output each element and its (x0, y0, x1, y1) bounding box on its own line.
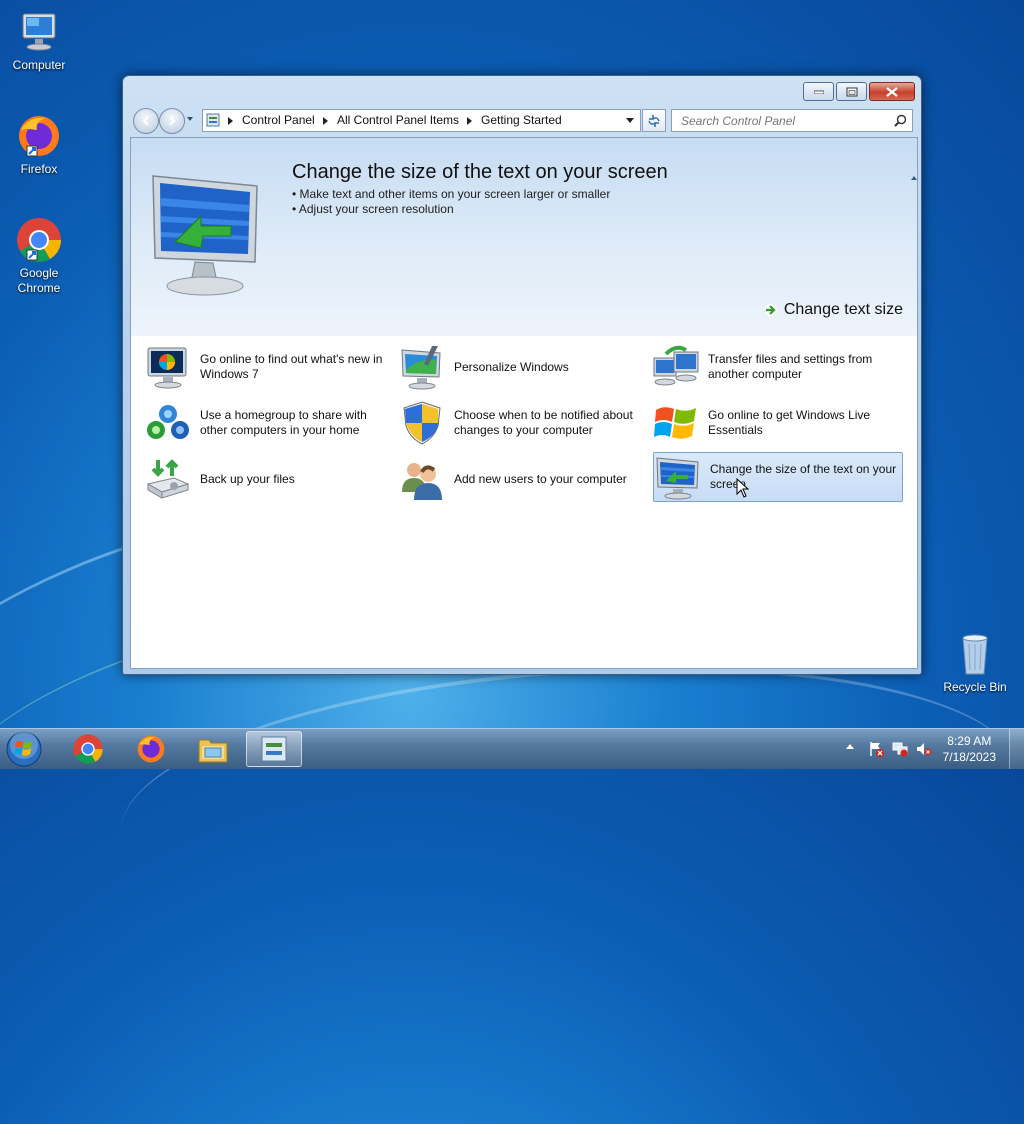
task-windows-live[interactable]: Go online to get Windows Live Essentials (651, 398, 901, 448)
taskbar-control-panel[interactable] (246, 731, 302, 767)
back-button[interactable] (133, 108, 159, 134)
task-whats-new[interactable]: Go online to find out what's new in Wind… (143, 342, 393, 392)
task-label: Use a homegroup to share with other comp… (200, 408, 367, 437)
search-input[interactable] (679, 113, 893, 129)
close-button[interactable] (869, 82, 915, 101)
show-desktop-button[interactable] (1009, 729, 1024, 769)
banner-title: Change the size of the text on your scre… (292, 161, 668, 183)
desktop-icon-chrome[interactable]: Google Chrome (3, 216, 75, 296)
chrome-icon (73, 734, 103, 764)
firefox-icon (137, 735, 165, 763)
backup-icon (144, 456, 192, 502)
address-row: Control Panel All Control Panel Items Ge… (130, 106, 913, 134)
clock-time: 8:29 AM (947, 734, 992, 748)
forward-button[interactable] (159, 108, 185, 134)
desktop-icon-label: Computer (12, 58, 66, 72)
breadcrumb-control-panel[interactable]: Control Panel (242, 113, 315, 127)
refresh-icon (648, 114, 660, 127)
recycle-bin-icon (951, 630, 999, 678)
recent-pages-dropdown[interactable] (187, 117, 193, 121)
task-label: Add new users to your computer (454, 471, 627, 486)
clock-date: 7/18/2023 (942, 750, 996, 764)
task-label: Go online to get Windows Live Essentials (708, 408, 871, 437)
desktop-icon-label: Google Chrome (17, 266, 61, 295)
system-clock[interactable]: 8:29 AM 7/18/2023 (943, 733, 996, 765)
search-box[interactable] (671, 109, 913, 132)
close-icon (886, 86, 898, 97)
minimize-button[interactable] (803, 82, 834, 101)
control-panel-icon (206, 113, 220, 127)
firefox-icon (15, 112, 63, 160)
back-arrow-icon (142, 116, 149, 126)
task-label: Go online to find out what's new in Wind… (200, 352, 383, 381)
task-personalize[interactable]: Personalize Windows (397, 342, 647, 392)
breadcrumb-separator[interactable] (323, 117, 328, 125)
featured-task-banner: Change the size of the text on your scre… (131, 138, 917, 336)
forward-arrow-icon (169, 116, 176, 126)
minimize-icon (813, 90, 824, 94)
task-label: Personalize Windows (454, 359, 569, 374)
display-large-icon (152, 175, 258, 296)
breadcrumb-separator[interactable] (467, 117, 472, 125)
computer-icon (15, 8, 63, 56)
action-center-flag-icon[interactable] (868, 741, 884, 757)
task-label: Choose when to be notified about changes… (454, 408, 633, 437)
desktop-icon-firefox[interactable]: Firefox (3, 112, 75, 177)
banner-bullet: Adjust your screen resolution (292, 202, 610, 217)
easy-transfer-icon (652, 344, 700, 390)
volume-muted-icon[interactable] (916, 741, 932, 757)
homegroup-icon (144, 400, 192, 446)
maximize-icon (846, 87, 857, 96)
users-icon (398, 456, 446, 502)
scroll-up-arrow[interactable] (911, 176, 917, 180)
breadcrumb-getting-started[interactable]: Getting Started (481, 113, 562, 127)
chrome-icon (15, 216, 63, 264)
banner-bullet: Make text and other items on your screen… (292, 187, 611, 202)
windows-live-icon (652, 400, 700, 446)
desktop-icon-label: Recycle Bin (943, 680, 1007, 694)
taskbar-chrome[interactable] (60, 731, 116, 767)
display-icon (654, 454, 702, 500)
desktop-icon-label: Firefox (20, 162, 58, 176)
breadcrumb-all-items[interactable]: All Control Panel Items (337, 113, 459, 127)
maximize-button[interactable] (836, 82, 867, 101)
show-hidden-icons-button[interactable] (846, 744, 854, 749)
getting-started-content: Change the size of the text on your scre… (130, 137, 918, 669)
taskbar-firefox[interactable] (123, 731, 179, 767)
task-change-text-size[interactable]: Change the size of the text on your scre… (653, 452, 903, 502)
desktop-icon-recycle-bin[interactable]: Recycle Bin (939, 630, 1011, 695)
address-bar[interactable]: Control Panel All Control Panel Items Ge… (202, 109, 641, 132)
window-buttons (801, 82, 915, 101)
uac-shield-icon (398, 400, 446, 446)
mouse-cursor-icon (736, 478, 750, 498)
network-icon[interactable] (892, 741, 908, 757)
control-panel-window: Control Panel All Control Panel Items Ge… (122, 75, 922, 675)
wallpaper-swoosh (111, 638, 1024, 966)
address-dropdown-icon[interactable] (626, 118, 634, 123)
control-panel-icon (261, 736, 287, 762)
change-text-size-link[interactable]: Change text size (764, 301, 903, 319)
change-text-size-label: Change text size (783, 301, 903, 318)
task-uac-notifications[interactable]: Choose when to be notified about changes… (397, 398, 647, 448)
task-label: Back up your files (200, 471, 295, 486)
search-icon[interactable] (894, 114, 907, 127)
task-backup[interactable]: Back up your files (143, 454, 393, 504)
task-label: Transfer files and settings from another… (708, 352, 873, 381)
banner-bullets: Make text and other items on your screen… (292, 187, 610, 217)
taskbar: 8:29 AM 7/18/2023 (0, 728, 1024, 769)
breadcrumb-separator[interactable] (228, 117, 233, 125)
taskbar-explorer[interactable] (185, 731, 241, 767)
task-homegroup[interactable]: Use a homegroup to share with other comp… (143, 398, 393, 448)
task-transfer-files[interactable]: Transfer files and settings from another… (651, 342, 901, 392)
explorer-icon (198, 739, 228, 763)
start-button[interactable] (4, 730, 44, 768)
refresh-button[interactable] (642, 109, 666, 132)
task-add-users[interactable]: Add new users to your computer (397, 454, 647, 504)
windows-orb-icon (6, 731, 42, 767)
whats-new-icon (144, 344, 192, 390)
green-arrow-icon (764, 304, 777, 316)
personalize-icon (398, 344, 446, 390)
desktop-icon-computer[interactable]: Computer (3, 8, 75, 73)
